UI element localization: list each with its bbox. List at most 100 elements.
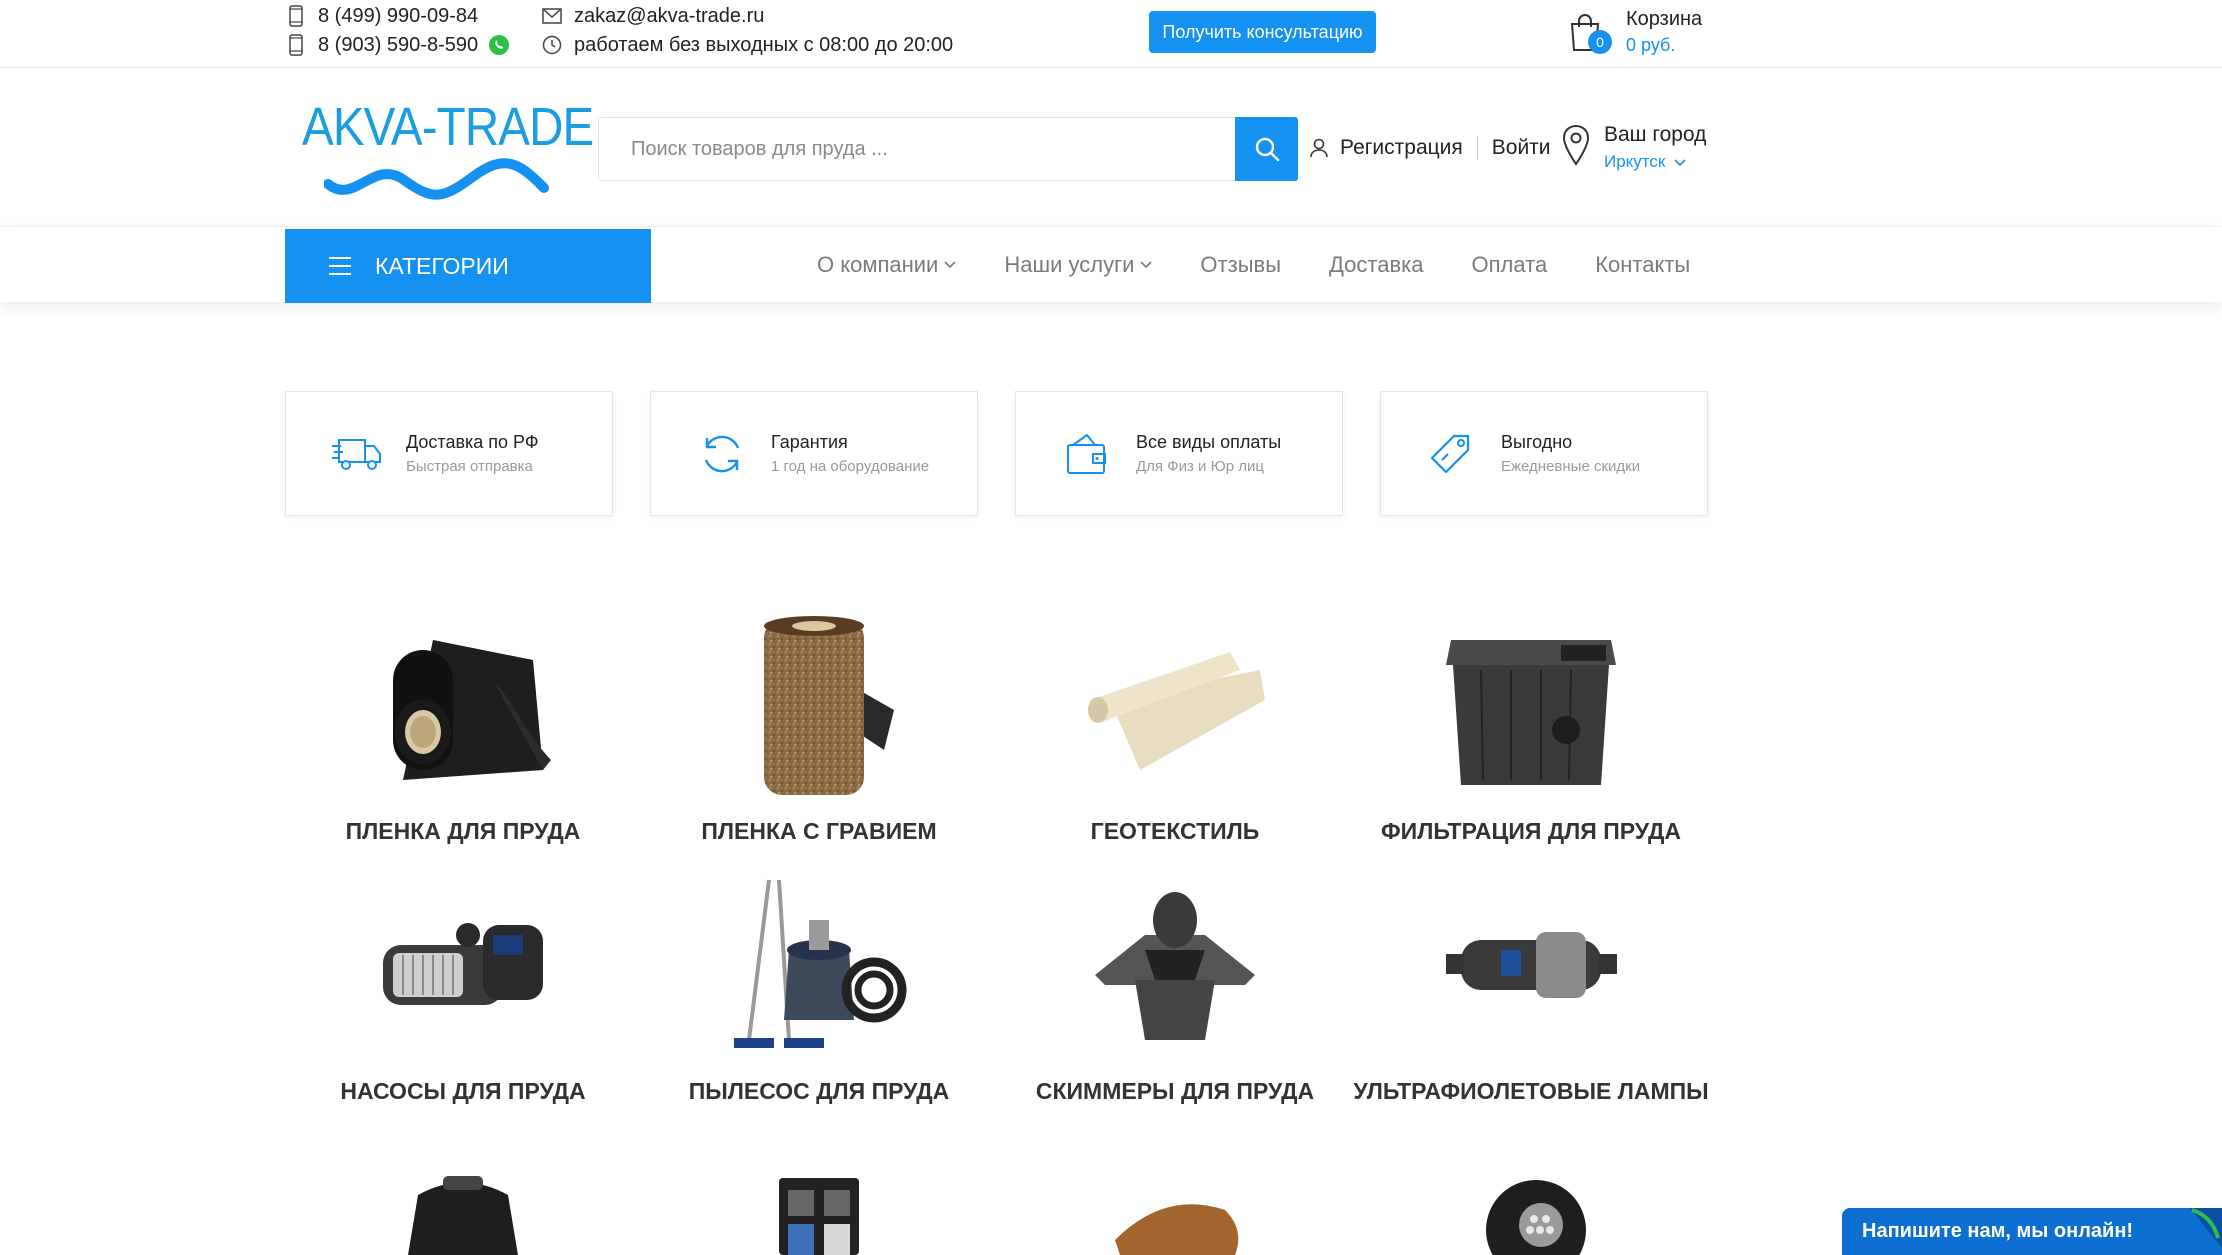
- category-filtration[interactable]: ФИЛЬТРАЦИЯ ДЛЯ ПРУДА: [1353, 610, 1709, 848]
- clock-icon: [540, 33, 564, 57]
- register-link[interactable]: Регистрация: [1340, 136, 1463, 160]
- skimmer-image: [1075, 870, 1275, 1060]
- compressor-image: [363, 1170, 563, 1255]
- main-nav: КАТЕГОРИИ О компании Наши услуги Отзывы …: [0, 226, 2222, 303]
- geotextile-image: [1075, 610, 1275, 800]
- wallet-icon: [1060, 427, 1114, 481]
- chevron-down-icon: [944, 261, 956, 269]
- category-name: ПЛЕНКА С ГРАВИЕМ: [701, 818, 937, 844]
- hours-text: работаем без выходных с 08:00 до 20:00: [574, 33, 954, 56]
- divider: [1476, 136, 1478, 160]
- nav-item-label: Оплата: [1471, 252, 1548, 277]
- feature-subtitle: 1 год на оборудование: [771, 457, 930, 475]
- vacuum-image: [719, 870, 919, 1060]
- feature-warranty: Гарантия 1 год на оборудование: [650, 391, 978, 516]
- nav-item-delivery[interactable]: Доставка: [1329, 252, 1423, 278]
- cart-count-badge: 0: [1588, 30, 1612, 54]
- category-name: ПЫЛЕСОС ДЛЯ ПРУДА: [688, 1078, 950, 1104]
- search-input[interactable]: [599, 118, 1235, 180]
- feature-title: Выгодно: [1501, 431, 1573, 452]
- header: AKVA-TRADE Регистрация Войти Ваш город И…: [0, 68, 2222, 226]
- feature-subtitle: Ежедневные скидки: [1501, 457, 1641, 475]
- truck-icon: [330, 427, 384, 481]
- category-uv-lamps[interactable]: УЛЬТРАФИОЛЕТОВЫЕ ЛАМПЫ: [1353, 870, 1709, 1108]
- search-icon: [1255, 137, 1279, 162]
- nav-item-about[interactable]: О компании: [817, 252, 956, 278]
- chevron-down-icon: [1140, 261, 1152, 269]
- category-name: ГЕОТЕКСТИЛЬ: [1090, 818, 1260, 844]
- working-hours: работаем без выходных с 08:00 до 20:00: [540, 33, 953, 57]
- tag-icon: [1425, 427, 1479, 481]
- user-icon: [1310, 138, 1328, 158]
- cart[interactable]: 0 Корзина 0 руб.: [1566, 6, 1702, 58]
- chat-label: Напишите нам, мы онлайн!: [1862, 1220, 2134, 1242]
- mobile-phone-icon: [284, 33, 308, 57]
- category-gravel-liner[interactable]: ПЛЕНКА С ГРАВИЕМ: [641, 610, 997, 848]
- category-row3-3[interactable]: [997, 1190, 1353, 1255]
- logo-text: AKVA-TRADE: [302, 97, 594, 157]
- phone-2[interactable]: 8 (903) 590-8-590: [284, 33, 510, 57]
- pond-light-image: [1431, 1175, 1631, 1255]
- nav-menu: О компании Наши услуги Отзывы Доставка О…: [817, 227, 1690, 303]
- cart-sum: 0 руб.: [1626, 35, 1676, 55]
- category-vacuum[interactable]: ПЫЛЕСОС ДЛЯ ПРУДА: [641, 870, 997, 1108]
- category-name: ПЛЕНКА ДЛЯ ПРУДА: [345, 818, 581, 844]
- city-name: Иркутск: [1604, 152, 1666, 171]
- nav-item-label: Доставка: [1329, 252, 1424, 277]
- pump-image: [363, 870, 563, 1060]
- categories-button[interactable]: КАТЕГОРИИ: [285, 229, 651, 303]
- city-label: Ваш город: [1604, 123, 1707, 146]
- online-chat-button[interactable]: Напишите нам, мы онлайн!: [1842, 1208, 2222, 1255]
- login-link[interactable]: Войти: [1492, 136, 1551, 160]
- category-row3-1[interactable]: [285, 1170, 641, 1255]
- category-row3-4[interactable]: [1353, 1175, 1709, 1255]
- consultation-button[interactable]: Получить консультацию: [1149, 11, 1376, 53]
- feature-subtitle: Быстрая отправка: [406, 457, 533, 475]
- nav-item-reviews[interactable]: Отзывы: [1200, 252, 1281, 278]
- filter-image: [1431, 610, 1631, 800]
- feature-title: Доставка по РФ: [406, 431, 539, 452]
- chevron-down-icon: [1674, 159, 1686, 167]
- feature-title: Все виды оплаты: [1136, 431, 1282, 452]
- category-row3-2[interactable]: [641, 1178, 997, 1255]
- email[interactable]: zakaz@akva-trade.ru: [540, 4, 764, 28]
- phone-1[interactable]: 8 (499) 990-09-84: [284, 4, 478, 28]
- socket-box-image: [719, 1178, 919, 1255]
- site-logo[interactable]: AKVA-TRADE: [302, 96, 594, 206]
- map-pin-icon: [1562, 124, 1590, 174]
- feature-delivery: Доставка по РФ Быстрая отправка: [285, 391, 613, 516]
- feature-subtitle: Для Физ и Юр лиц: [1136, 457, 1264, 475]
- category-pond-liner[interactable]: ПЛЕНКА ДЛЯ ПРУДА: [285, 610, 641, 848]
- search-button[interactable]: [1235, 117, 1298, 181]
- categories-label: КАТЕГОРИИ: [375, 252, 509, 279]
- coconut-fiber-image: [1075, 1190, 1275, 1255]
- wave-logo-icon: [324, 158, 549, 200]
- category-skimmers[interactable]: СКИММЕРЫ ДЛЯ ПРУДА: [997, 870, 1353, 1108]
- phone-1-text: 8 (499) 990-09-84: [318, 4, 479, 27]
- feature-payment: Все виды оплаты Для Физ и Юр лиц: [1015, 391, 1343, 516]
- chat-corner-icon: [2190, 1208, 2222, 1248]
- top-bar: 8 (499) 990-09-84 8 (903) 590-8-590 zaka…: [0, 0, 2222, 68]
- whatsapp-icon[interactable]: [488, 34, 510, 56]
- city-selector[interactable]: Ваш город Иркутск: [1562, 120, 1706, 174]
- nav-item-label: Отзывы: [1200, 252, 1282, 277]
- city-value[interactable]: Иркутск: [1604, 150, 1706, 174]
- feature-discounts: Выгодно Ежедневные скидки: [1380, 391, 1708, 516]
- search-bar: [598, 117, 1298, 181]
- category-name: НАСОСЫ ДЛЯ ПРУДА: [340, 1078, 586, 1104]
- feature-title: Гарантия: [771, 431, 848, 452]
- nav-item-contacts[interactable]: Контакты: [1595, 252, 1690, 278]
- gravel-liner-image: [719, 610, 919, 800]
- category-name: ФИЛЬТРАЦИЯ ДЛЯ ПРУДА: [1381, 818, 1681, 844]
- category-geotextile[interactable]: ГЕОТЕКСТИЛЬ: [997, 610, 1353, 848]
- phone-2-text: 8 (903) 590-8-590: [318, 33, 479, 56]
- nav-item-services[interactable]: Наши услуги: [1004, 252, 1152, 278]
- nav-item-label: Контакты: [1595, 252, 1691, 277]
- nav-item-label: О компании: [817, 252, 939, 277]
- email-text: zakaz@akva-trade.ru: [574, 4, 765, 27]
- uv-lamp-image: [1431, 870, 1631, 1060]
- category-pumps[interactable]: НАСОСЫ ДЛЯ ПРУДА: [285, 870, 641, 1108]
- nav-item-label: Наши услуги: [1004, 252, 1135, 277]
- pond-liner-image: [363, 610, 563, 800]
- nav-item-payment[interactable]: Оплата: [1472, 252, 1548, 278]
